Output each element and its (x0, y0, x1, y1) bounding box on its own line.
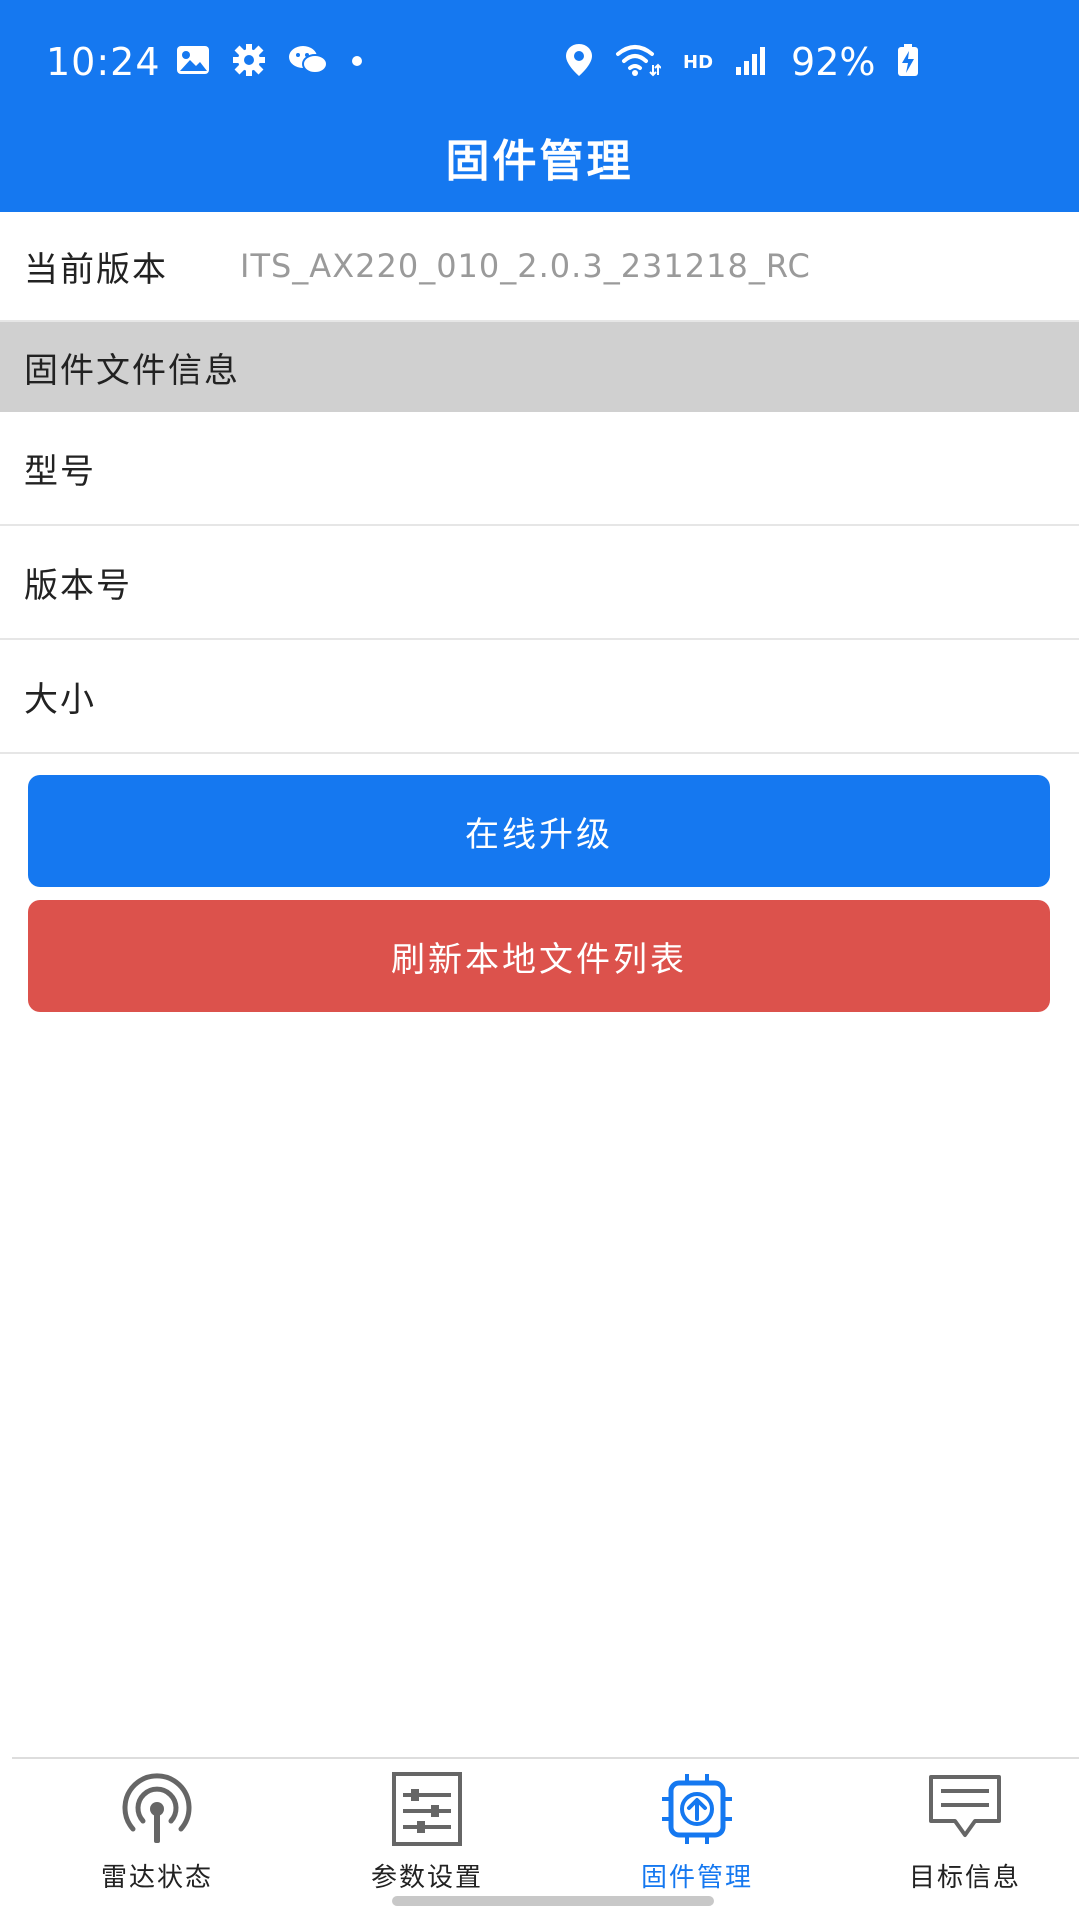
wifi-icon (615, 43, 662, 81)
refresh-local-file-list-button[interactable]: 刷新本地文件列表 (28, 900, 1050, 1012)
size-row: 大小 (0, 640, 1079, 754)
nav-label-parameter-settings: 参数设置 (370, 1863, 483, 1893)
status-time: 10:24 (46, 40, 161, 84)
battery-charging-icon (897, 43, 919, 81)
status-icons-right: HD 92% (565, 40, 919, 84)
bottom-navigation: 雷达状态 参数设置 固件管理 目标信息 (12, 1757, 1079, 1918)
nav-label-firmware-management: 固件管理 (640, 1863, 753, 1893)
nav-label-radar-status: 雷达状态 (100, 1863, 213, 1893)
radar-icon (117, 1771, 197, 1847)
nav-item-target-info[interactable]: 目标信息 (865, 1759, 1065, 1899)
app-screen: 10:24 HD 92% 固件管理 当前版本 ITS_AX220_010_2.0… (0, 0, 1079, 1918)
image-icon (176, 45, 210, 79)
model-row: 型号 (0, 412, 1079, 526)
model-label: 型号 (24, 451, 96, 492)
version-number-row: 版本号 (0, 526, 1079, 640)
page-title: 固件管理 (445, 136, 634, 187)
signal-icon (735, 45, 769, 79)
nav-label-target-info: 目标信息 (908, 1863, 1021, 1893)
hd-icon: HD (683, 51, 714, 73)
status-icons-left (176, 40, 364, 84)
sliders-icon (387, 1771, 467, 1847)
firmware-info-section-header: 固件文件信息 (0, 322, 1079, 412)
section-title: 固件文件信息 (24, 350, 240, 391)
battery-percent: 92% (791, 40, 876, 84)
chip-upload-icon (657, 1771, 737, 1847)
gear-icon (232, 43, 266, 81)
online-upgrade-button[interactable]: 在线升级 (28, 775, 1050, 887)
status-bar: 10:24 HD 92% (0, 0, 1079, 120)
current-version-row: 当前版本 ITS_AX220_010_2.0.3_231218_RC (0, 212, 1079, 322)
current-version-value: ITS_AX220_010_2.0.3_231218_RC (240, 247, 811, 285)
dot-icon (350, 53, 364, 72)
version-number-label: 版本号 (24, 565, 132, 606)
location-icon (565, 43, 593, 81)
message-icon (925, 1771, 1005, 1847)
size-label: 大小 (24, 679, 96, 720)
app-header: 10:24 HD 92% 固件管理 (0, 0, 1079, 212)
home-indicator[interactable] (392, 1896, 714, 1906)
nav-item-parameter-settings[interactable]: 参数设置 (327, 1759, 527, 1899)
nav-item-firmware-management[interactable]: 固件管理 (597, 1759, 797, 1899)
current-version-label: 当前版本 (24, 249, 168, 290)
wechat-icon (288, 44, 328, 80)
nav-item-radar-status[interactable]: 雷达状态 (57, 1759, 257, 1899)
